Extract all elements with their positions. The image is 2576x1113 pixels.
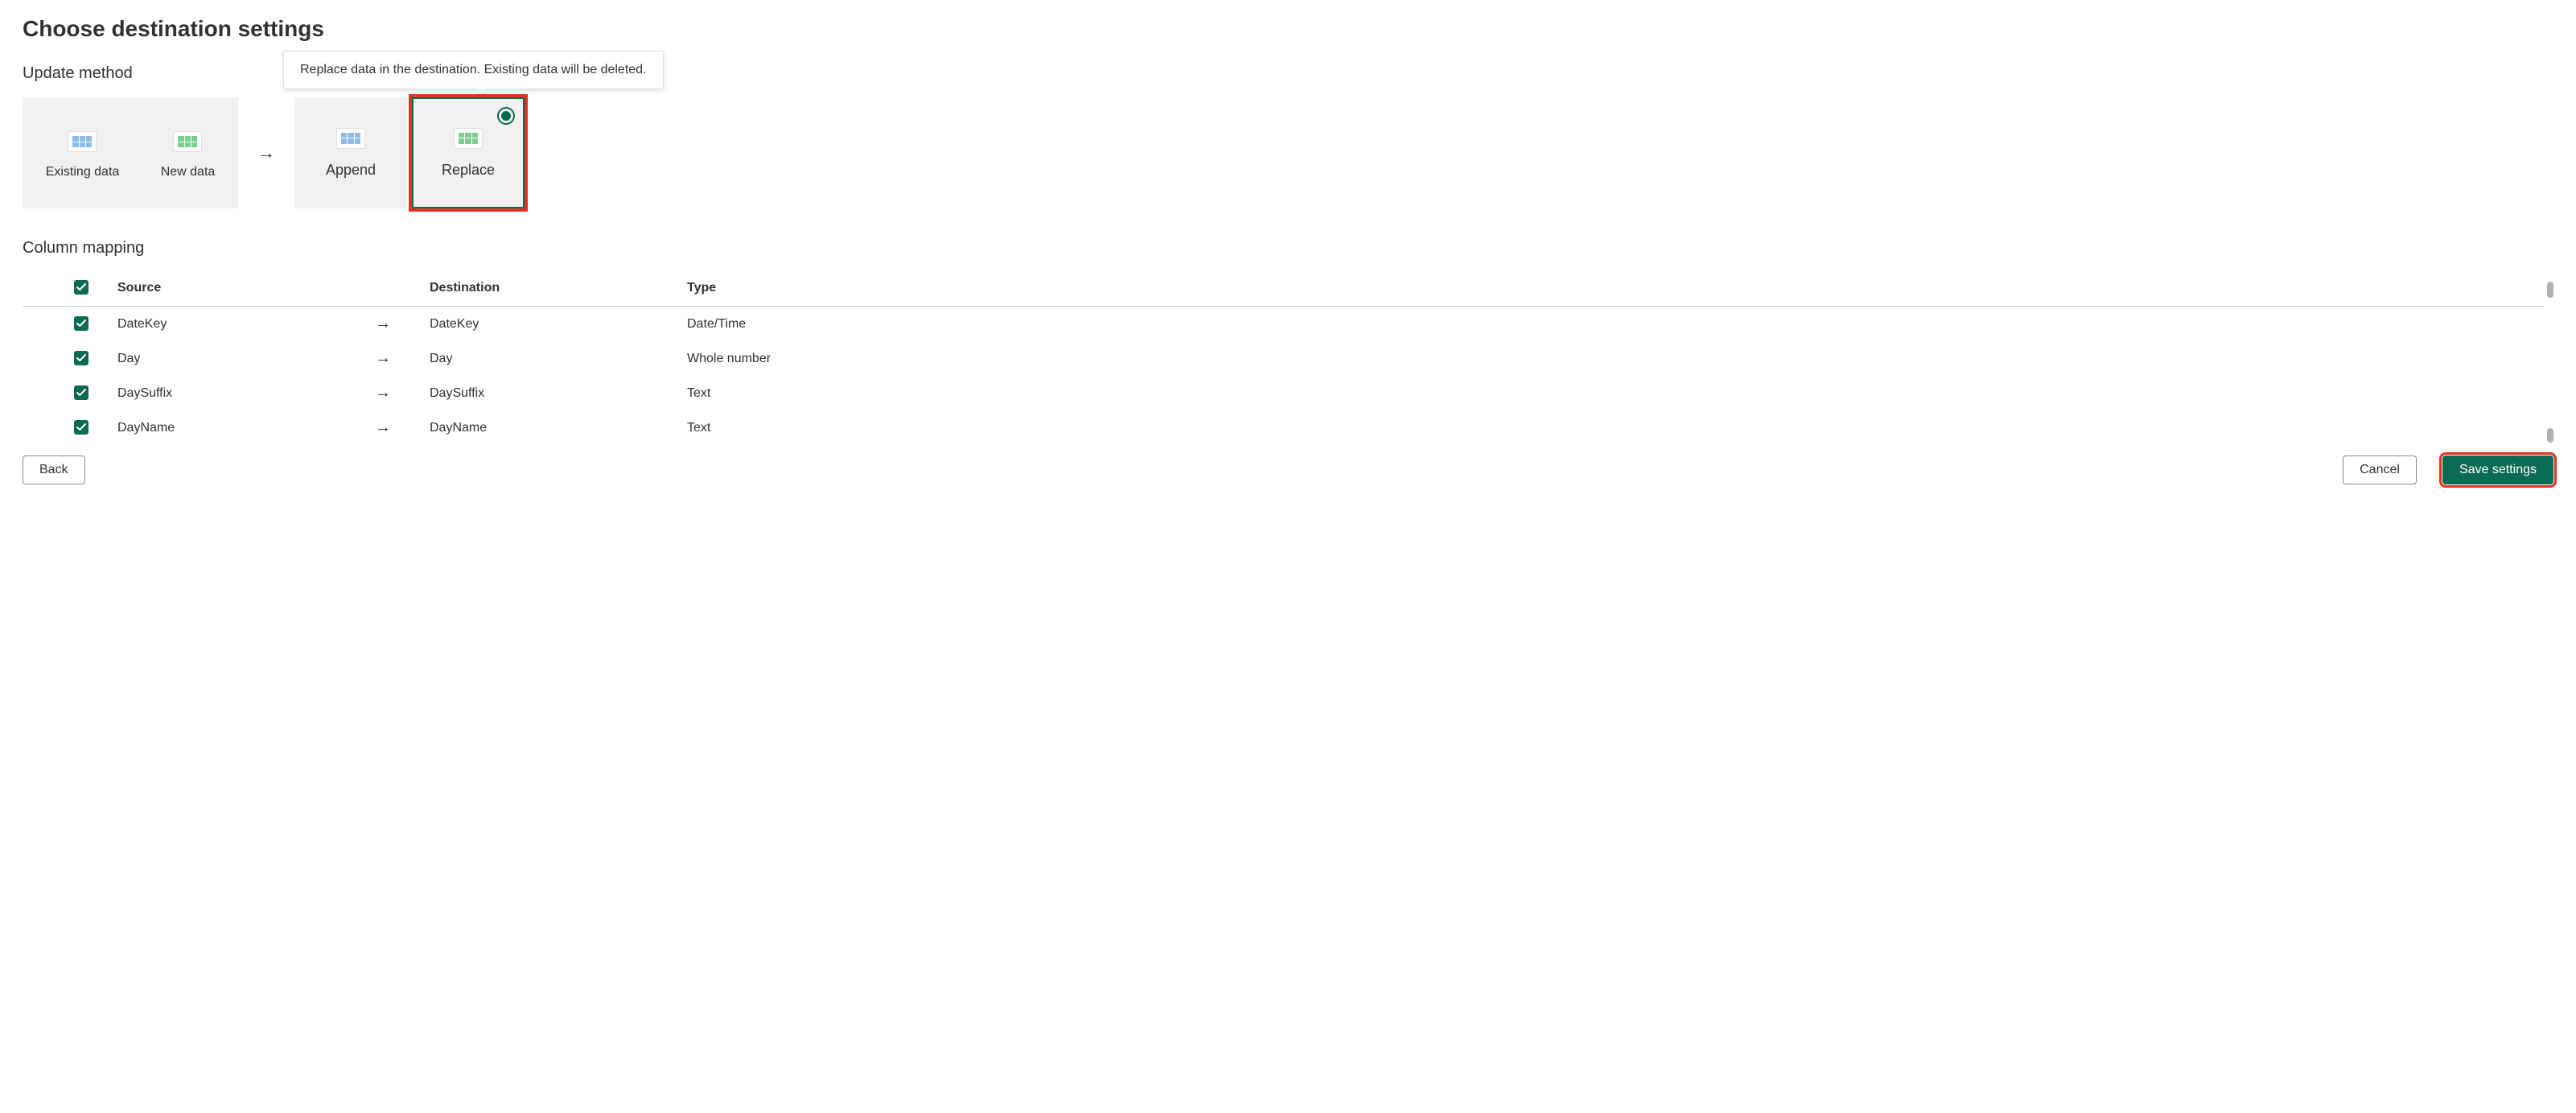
column-mapping-table: Source Destination Type DateKey→DateKeyD…: [23, 272, 2544, 443]
new-data-icon: [173, 131, 202, 152]
legend-panel: Existing data New data: [23, 97, 238, 208]
append-option[interactable]: Append: [294, 97, 407, 208]
scrollbar-thumb[interactable]: [2547, 428, 2553, 443]
source-cell: DateKey: [111, 307, 368, 342]
cancel-button[interactable]: Cancel: [2343, 456, 2417, 484]
replace-label: Replace: [442, 162, 495, 179]
row-checkbox[interactable]: [74, 351, 88, 365]
selected-radio-icon: [497, 107, 515, 125]
destination-cell: DayName: [423, 410, 681, 443]
table-row: DateKey→DateKeyDate/Time: [23, 307, 2544, 342]
destination-cell: DaySuffix: [423, 376, 681, 410]
destination-cell: Day: [423, 341, 681, 376]
arrow-right-icon: →: [375, 315, 391, 332]
footer: Back Cancel Save settings: [23, 456, 2553, 484]
scrollbar-thumb[interactable]: [2547, 282, 2553, 298]
type-cell: Whole number: [681, 341, 2544, 376]
arrow-right-icon: →: [375, 384, 391, 402]
replace-option[interactable]: Replace: [412, 97, 525, 208]
existing-data-label: Existing data: [46, 165, 120, 179]
column-mapping-title: Column mapping: [23, 239, 2553, 258]
type-cell: Date/Time: [681, 307, 2544, 342]
existing-data-icon: [68, 131, 97, 152]
arrow-right-icon: →: [375, 349, 391, 367]
update-method-row: Replace data in the destination. Existin…: [23, 97, 2553, 208]
arrow-right-icon: →: [257, 142, 275, 163]
row-checkbox[interactable]: [74, 385, 88, 400]
table-row: Day→DayWhole number: [23, 341, 2544, 376]
page-title: Choose destination settings: [23, 16, 2553, 42]
source-cell: DayName: [111, 410, 368, 443]
select-all-checkbox[interactable]: [74, 280, 88, 295]
new-data-label: New data: [161, 165, 216, 179]
destination-cell: DateKey: [423, 307, 681, 342]
header-type: Type: [681, 272, 2544, 307]
append-icon: [336, 128, 365, 149]
type-cell: Text: [681, 410, 2544, 443]
type-cell: Text: [681, 376, 2544, 410]
source-cell: Day: [111, 341, 368, 376]
save-settings-button[interactable]: Save settings: [2442, 456, 2553, 484]
source-cell: DaySuffix: [111, 376, 368, 410]
row-checkbox[interactable]: [74, 316, 88, 331]
replace-tooltip: Replace data in the destination. Existin…: [283, 51, 664, 89]
arrow-right-icon: →: [375, 418, 391, 436]
table-row: DaySuffix→DaySuffixText: [23, 376, 2544, 410]
header-source: Source: [111, 272, 368, 307]
back-button[interactable]: Back: [23, 456, 85, 484]
append-label: Append: [326, 162, 376, 179]
header-destination: Destination: [423, 272, 681, 307]
row-checkbox[interactable]: [74, 420, 88, 435]
table-row: DayName→DayNameText: [23, 410, 2544, 443]
replace-icon: [454, 128, 483, 149]
tooltip-text: Replace data in the destination. Existin…: [300, 63, 647, 76]
